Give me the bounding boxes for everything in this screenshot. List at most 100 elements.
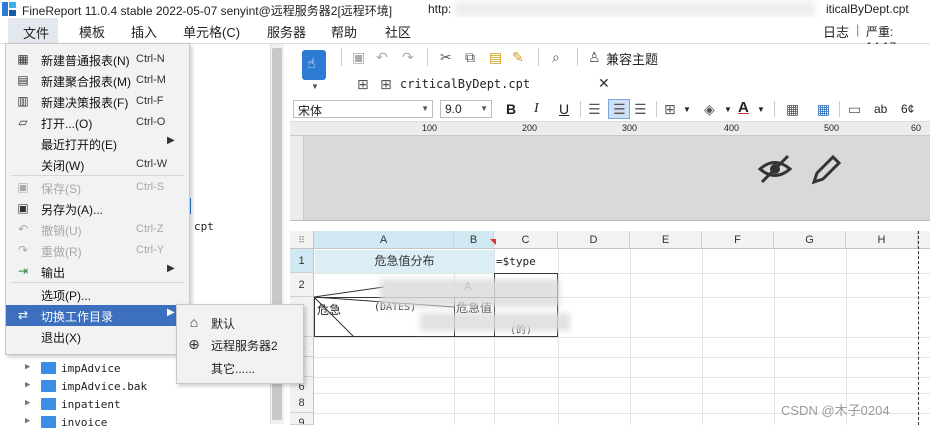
column-header-d[interactable]: D	[558, 231, 630, 249]
submenu-arrow-icon: ▶	[167, 307, 175, 318]
menu-file[interactable]: 文件	[8, 18, 58, 44]
menu-item-undo[interactable]: ↶ 撤销(U) Ctrl-Z	[6, 219, 189, 240]
close-tab-icon[interactable]: ✕	[598, 75, 610, 92]
save-icon: ▣	[17, 180, 29, 194]
grid-line	[630, 249, 631, 425]
font-family-select[interactable]: 宋体 ▼	[293, 100, 433, 118]
menu-insert[interactable]: 插入	[131, 22, 157, 41]
cut-icon[interactable]: ✂	[440, 49, 452, 65]
font-color-dropdown-icon[interactable]: ▼	[757, 105, 765, 114]
menu-item-save[interactable]: ▣ 保存(S) Ctrl-S	[6, 177, 189, 198]
cell-a1-merged[interactable]: 危急值分布	[315, 250, 494, 273]
bold-button[interactable]: B	[506, 101, 516, 117]
align-center-button[interactable]: ☰	[608, 99, 630, 119]
redo-icon[interactable]: ↷	[402, 49, 414, 65]
submenu-item-default[interactable]: ⌂ 默认	[177, 311, 303, 333]
format-toolbar: 宋体 ▼ 9.0 ▼ B I U ☰ ☰ ☰ ⊞ ▼ ◈ ▼ A ▼ ▦ ▦ ▭…	[290, 98, 930, 122]
grid-line	[314, 337, 930, 338]
file-menu-dropdown: ▦ 新建普通报表(N) Ctrl-N ▤ 新建聚合报表(M) Ctrl-M ▥ …	[5, 43, 190, 355]
column-header-b[interactable]: B	[454, 231, 494, 249]
menu-separator	[11, 282, 184, 283]
preview-search-icon[interactable]: ⌕	[552, 49, 560, 65]
column-header-c[interactable]: C	[494, 231, 558, 249]
text-field-icon[interactable]: ▭	[848, 101, 861, 117]
template-tab-strip: ⊞ ⊞ criticalByDept.cpt ✕	[340, 72, 615, 96]
log-link[interactable]: 日志	[823, 22, 849, 41]
menu-help[interactable]: 帮助	[331, 22, 357, 41]
expand-caret-icon[interactable]: ▶	[25, 416, 30, 426]
menu-item-new-aggregate[interactable]: ▤ 新建聚合报表(M) Ctrl-M	[6, 70, 189, 91]
underline-button[interactable]: U	[559, 101, 569, 117]
menu-server[interactable]: 服务器	[267, 22, 306, 41]
row-header-2[interactable]: 2	[290, 273, 314, 297]
menu-item-export[interactable]: ⇥ 输出 ▶	[6, 261, 189, 282]
merge-cells-icon[interactable]: ▦	[786, 101, 799, 117]
menu-item-save-as[interactable]: ▣ 另存为(A)...	[6, 198, 189, 219]
menu-item-open[interactable]: ▱ 打开...(O) Ctrl-O	[6, 112, 189, 133]
submenu-arrow-icon: ▶	[167, 135, 175, 146]
menu-item-new-report[interactable]: ▦ 新建普通报表(N) Ctrl-N	[6, 49, 189, 70]
title-bar: FineReport 11.0.4 stable 2022-05-07 seny…	[0, 0, 930, 18]
ab-text-button[interactable]: ab	[874, 102, 887, 116]
column-header-e[interactable]: E	[630, 231, 702, 249]
open-folder-icon: ▱	[18, 115, 28, 129]
menu-community[interactable]: 社区	[385, 22, 411, 41]
column-header-g[interactable]: G	[774, 231, 846, 249]
font-color-icon[interactable]: A	[738, 99, 749, 116]
menu-item-new-decision[interactable]: ▥ 新建决策报表(F) Ctrl-F	[6, 91, 189, 112]
eye-slash-icon[interactable]	[758, 154, 792, 184]
menu-cell[interactable]: 单元格(C)	[183, 22, 240, 41]
select-all-corner[interactable]: ⠿	[290, 231, 314, 249]
menu-item-redo[interactable]: ↷ 重做(R) Ctrl-Y	[6, 240, 189, 261]
border-dropdown-icon[interactable]: ▼	[683, 105, 691, 114]
vertical-ruler	[290, 136, 304, 220]
align-left-icon[interactable]: ☰	[588, 101, 601, 117]
tab-critical-by-dept[interactable]: criticalByDept.cpt	[400, 77, 530, 91]
menu-template[interactable]: 模板	[79, 22, 105, 41]
design-mode-dropdown-icon[interactable]: ▼	[311, 82, 319, 91]
paste-icon[interactable]: ▤	[489, 49, 502, 65]
submenu-item-remote-server-2[interactable]: ⊕ 远程服务器2	[177, 333, 303, 355]
cell-c1[interactable]: =$type	[494, 250, 558, 273]
column-header-h[interactable]: H	[846, 231, 918, 249]
align-right-icon[interactable]: ☰	[634, 101, 647, 117]
export-icon: ⇥	[17, 264, 29, 278]
home-icon: ⌂	[189, 314, 199, 330]
row-header-9[interactable]: 9	[290, 413, 314, 425]
column-header-a[interactable]: A	[314, 231, 454, 249]
window-title-file: iticalByDept.cpt	[826, 2, 909, 16]
menu-item-recent[interactable]: 最近打开的(E) ▶	[6, 133, 189, 154]
column-header-f[interactable]: F	[702, 231, 774, 249]
expand-caret-icon[interactable]: ▶	[25, 362, 30, 372]
undo-icon[interactable]: ↶	[376, 49, 388, 65]
submenu-item-other[interactable]: 其它......	[177, 356, 303, 378]
grid-line	[702, 249, 703, 425]
horizontal-ruler: 100 200 300 400 500 60	[290, 122, 930, 136]
fill-dropdown-icon[interactable]: ▼	[724, 105, 732, 114]
menu-item-exit[interactable]: 退出(X)	[6, 326, 189, 347]
border-icon[interactable]: ⊞	[664, 101, 676, 117]
spreadsheet-grid: ⠿ A B C D E F G H 1 2 3 4 5 6 7 8 9 危急值分…	[290, 220, 930, 425]
menu-item-switch-workdir[interactable]: ⇄ 切换工作目录 ▶	[6, 305, 189, 326]
undo-icon: ↶	[17, 222, 29, 236]
italic-button[interactable]: I	[534, 101, 539, 117]
format-brush-icon[interactable]: ✎	[512, 49, 524, 65]
expand-caret-icon[interactable]: ▶	[25, 380, 30, 390]
blurred-content	[420, 313, 570, 331]
menu-item-close[interactable]: 关闭(W) Ctrl-W	[6, 154, 189, 175]
font-size-select[interactable]: 9.0 ▼	[440, 100, 492, 118]
copy-icon[interactable]: ⧉	[465, 49, 475, 65]
save-icon[interactable]: ▣	[352, 49, 365, 65]
toolbar-divider	[538, 48, 539, 66]
row-header-1[interactable]: 1	[290, 249, 314, 273]
table-icon[interactable]: ▦	[817, 101, 830, 117]
pencil-icon[interactable]	[810, 152, 842, 186]
theme-button[interactable]: 兼容主题	[606, 49, 658, 68]
fill-color-icon[interactable]: ◈	[704, 101, 715, 117]
menu-item-options[interactable]: 选项(P)...	[6, 284, 189, 305]
expand-caret-icon[interactable]: ▶	[25, 398, 30, 408]
cell-marker-icon	[490, 239, 496, 245]
design-mode-button[interactable]: ☝	[302, 50, 326, 80]
row-header-8[interactable]: 8	[290, 393, 314, 413]
number-format-button[interactable]: 6¢	[901, 102, 914, 116]
